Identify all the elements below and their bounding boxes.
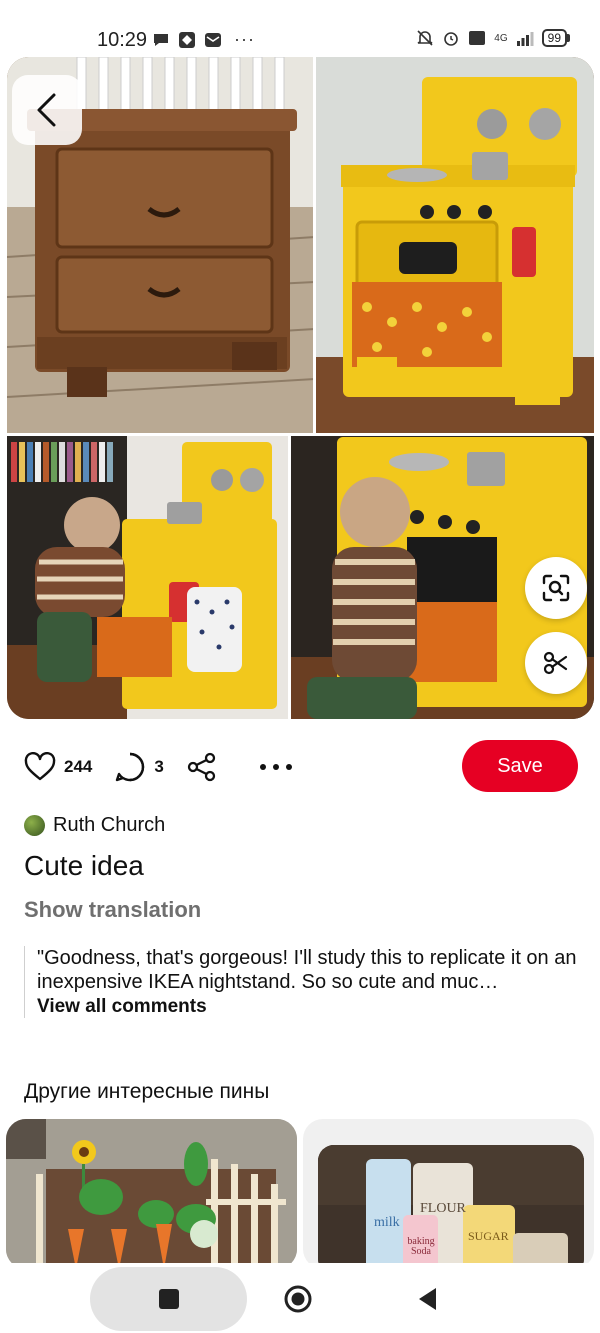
network-label: 4G <box>494 32 508 44</box>
back-button[interactable] <box>12 75 82 145</box>
comment-button[interactable]: 3 <box>114 751 164 783</box>
status-bar: 10:29 ··· 4G 99 <box>0 0 600 58</box>
back-arrow-icon <box>37 93 56 127</box>
recents-button[interactable] <box>137 1267 201 1331</box>
app-icon <box>179 31 195 48</box>
like-count: 244 <box>64 757 93 776</box>
comment-icon <box>116 752 145 782</box>
back-nav-button[interactable] <box>396 1267 460 1331</box>
home-button[interactable] <box>266 1267 330 1331</box>
signal-icon <box>516 32 534 46</box>
more-pins-heading: Другие интересные пины <box>24 1080 270 1103</box>
volte-icon <box>469 31 486 45</box>
status-overflow: ··· <box>234 29 255 49</box>
cutout-button[interactable] <box>525 632 587 694</box>
chat-icon <box>154 33 168 46</box>
square-icon <box>159 1289 179 1309</box>
status-time: 10:29 <box>97 29 148 51</box>
alarm-icon <box>444 32 459 46</box>
milk-label: milk <box>374 1215 400 1230</box>
related-pin-2[interactable]: milk FLOUR baking Soda SUGAR <box>303 1119 594 1269</box>
circle-icon <box>284 1285 312 1313</box>
heart-icon <box>24 752 56 781</box>
sugar-label: SUGAR <box>468 1229 509 1243</box>
share-button[interactable] <box>186 751 218 783</box>
garden-toy-image <box>6 1119 297 1269</box>
photo-collage-image <box>7 57 594 719</box>
more-options-button[interactable] <box>258 762 294 772</box>
save-button[interactable]: Save <box>462 740 578 792</box>
visual-search-button[interactable] <box>525 557 587 619</box>
author-row[interactable]: Ruth Church <box>24 814 165 837</box>
comment-text: "Goodness, that's gorgeous! I'll study t… <box>37 947 577 993</box>
related-pin-1[interactable] <box>6 1119 297 1269</box>
comment-count: 3 <box>154 757 164 776</box>
show-translation-link[interactable]: Show translation <box>24 897 201 923</box>
pin-image[interactable] <box>7 57 594 719</box>
view-all-comments-link[interactable]: View all comments <box>37 996 584 1018</box>
mail-icon <box>205 32 221 47</box>
lens-scan-icon <box>542 574 570 602</box>
scissors-icon <box>543 651 568 675</box>
baking-soda-label: baking Soda <box>407 1236 435 1257</box>
battery-icon: 99 <box>541 29 570 47</box>
like-button[interactable]: 244 <box>24 752 92 782</box>
system-nav-bar <box>0 1263 600 1333</box>
pin-actions: 244 3 Save <box>24 740 590 794</box>
author-name: Ruth Church <box>53 814 166 836</box>
comment-preview[interactable]: "Goodness, that's gorgeous! I'll study t… <box>24 946 584 1018</box>
battery-level: 99 <box>541 29 567 47</box>
pin-title: Cute idea <box>24 850 144 881</box>
mute-icon <box>417 30 433 46</box>
share-icon <box>187 752 215 782</box>
avatar <box>24 815 45 836</box>
triangle-back-icon <box>419 1288 436 1310</box>
flour-label: FLOUR <box>420 1201 466 1216</box>
more-icon <box>259 764 292 770</box>
